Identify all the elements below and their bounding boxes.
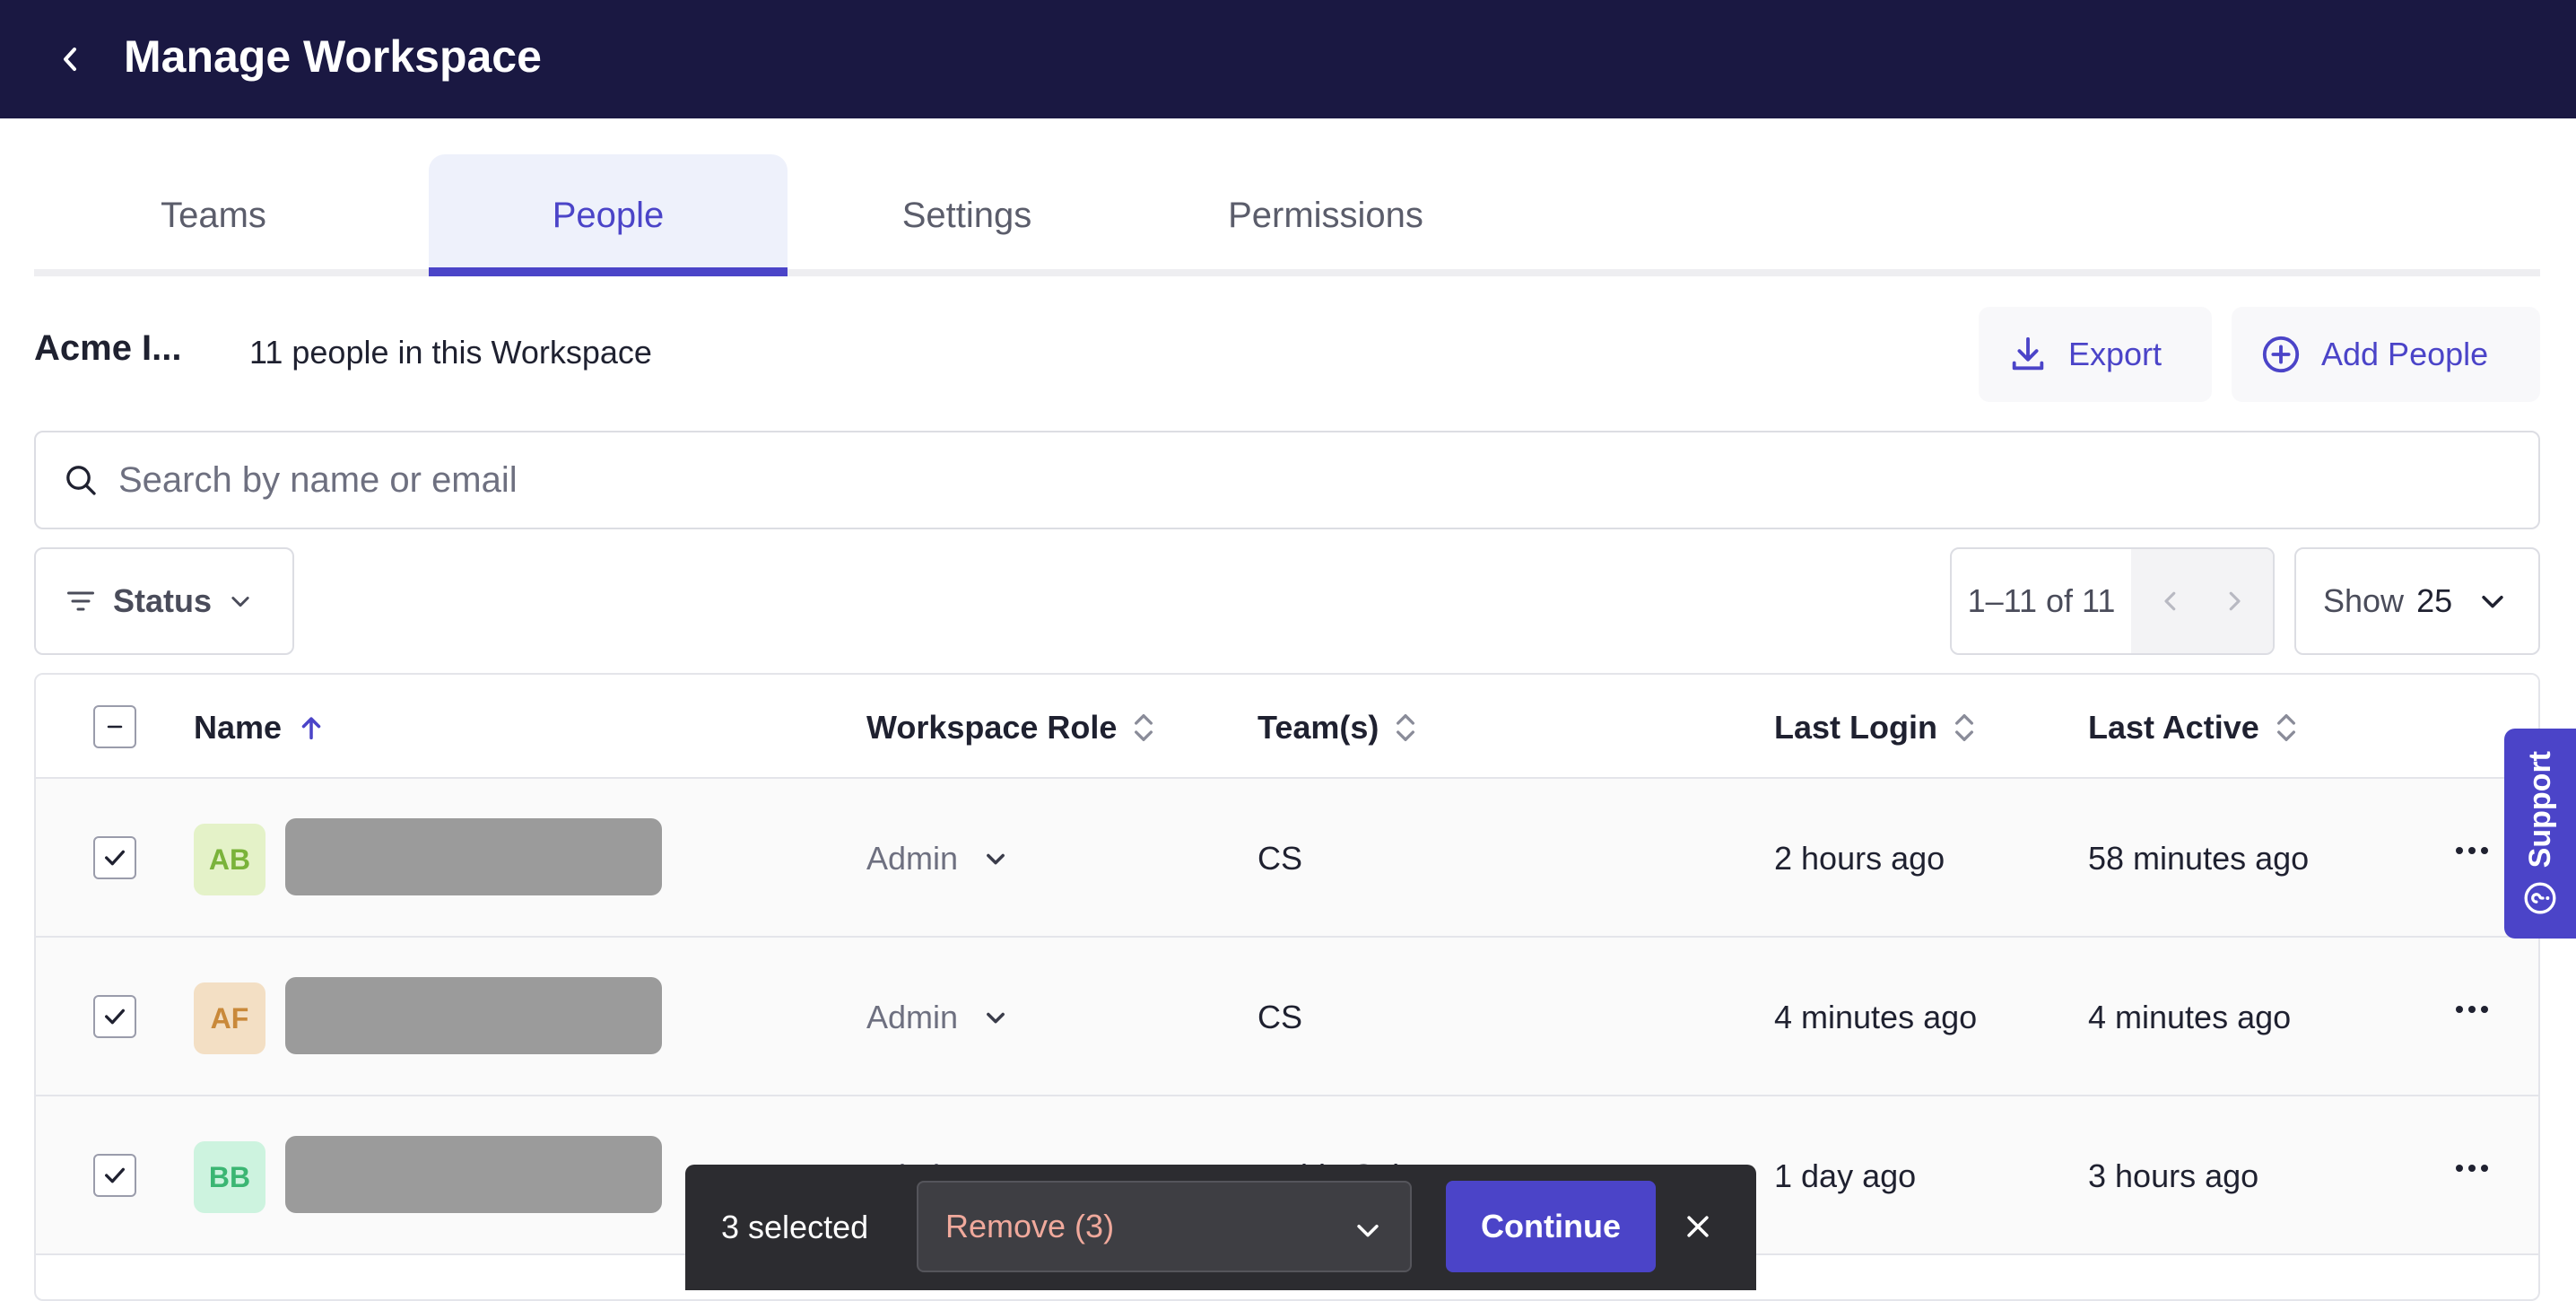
tab-settings[interactable]: Settings xyxy=(788,154,1146,276)
role-value: Admin xyxy=(866,840,959,877)
last-login-cell: 4 minutes ago xyxy=(1774,999,1978,1035)
role-select[interactable]: Admin xyxy=(866,999,1008,1036)
row-more-button[interactable] xyxy=(2445,1004,2499,1015)
chevron-down-icon xyxy=(987,1012,1005,1024)
search-box xyxy=(34,431,2540,529)
sort-icon xyxy=(1397,714,1415,741)
status-filter[interactable]: Status xyxy=(34,547,294,655)
last-active-cell: 3 hours ago xyxy=(2088,1157,2259,1194)
more-horizontal-icon xyxy=(2456,1165,2488,1172)
check-icon xyxy=(105,850,125,866)
sort-ascending-icon xyxy=(301,717,321,740)
avatar: BB xyxy=(194,1141,265,1213)
search-icon xyxy=(66,466,96,495)
status-filter-label: Status xyxy=(113,582,213,619)
table-row[interactable]: AB Admin CS 2 hours ago 58 minutes ago xyxy=(36,779,2538,938)
chevron-left-icon xyxy=(2163,591,2175,611)
back-button[interactable] xyxy=(50,32,90,86)
continue-button[interactable]: Continue xyxy=(1446,1181,1656,1272)
workspace-tabs: Teams People Settings Permissions xyxy=(34,154,2540,278)
plus-circle-icon xyxy=(2262,336,2300,373)
avatar: AB xyxy=(194,824,265,895)
teams-cell: CS xyxy=(1258,999,1303,1035)
last-active-cell: 4 minutes ago xyxy=(2088,999,2292,1035)
role-select[interactable]: Admin xyxy=(866,840,1008,878)
column-last-active-label: Last Active xyxy=(2088,709,2259,746)
chevron-right-icon xyxy=(2229,591,2241,611)
export-label: Export xyxy=(2068,336,2163,372)
column-workspace-role[interactable]: Workspace Role xyxy=(866,709,1156,747)
help-circle-icon xyxy=(2524,882,2556,914)
column-last-login-label: Last Login xyxy=(1774,709,1937,746)
pagination-nav xyxy=(2131,549,2273,653)
row-checkbox[interactable] xyxy=(93,1154,136,1197)
teams-cell: CS xyxy=(1258,840,1303,877)
select-all-checkbox[interactable] xyxy=(93,705,136,748)
row-checkbox[interactable] xyxy=(93,836,136,879)
close-bulk-bar-button[interactable] xyxy=(1675,1204,1720,1249)
minus-icon xyxy=(107,725,123,729)
table-row[interactable]: AF Admin CS 4 minutes ago 4 minutes ago xyxy=(36,938,2538,1096)
search-input[interactable] xyxy=(118,459,2450,501)
download-icon xyxy=(2012,336,2044,371)
column-last-active[interactable]: Last Active xyxy=(2088,709,2299,747)
top-bar: Manage Workspace xyxy=(0,0,2576,118)
workspace-name: Acme I... xyxy=(34,328,182,368)
selected-count: 3 selected xyxy=(721,1209,869,1245)
page-title: Manage Workspace xyxy=(124,31,542,82)
people-count: 11 people in this Workspace xyxy=(249,334,652,371)
table-header: Name Workspace Role Team(s) Last Login L… xyxy=(36,675,2538,779)
chevron-left-icon xyxy=(64,48,76,71)
check-icon xyxy=(105,1167,125,1183)
page-size-select[interactable]: Show 25 xyxy=(2294,547,2540,655)
page-size-label: Show xyxy=(2323,582,2405,619)
sort-icon xyxy=(1135,714,1153,741)
column-last-login[interactable]: Last Login xyxy=(1774,709,1977,747)
previous-page-button[interactable] xyxy=(2157,588,2184,615)
avatar: AF xyxy=(194,982,265,1054)
page-size-value: 25 xyxy=(2416,582,2453,619)
export-button[interactable]: Export xyxy=(1979,307,2212,402)
sort-icon xyxy=(2276,714,2295,741)
chevron-down-icon xyxy=(2482,595,2503,608)
column-teams-label: Team(s) xyxy=(1258,709,1379,746)
row-checkbox[interactable] xyxy=(93,995,136,1038)
add-people-button[interactable]: Add People xyxy=(2232,307,2540,402)
support-tab[interactable]: Support xyxy=(2504,729,2576,939)
pagination: 1–11 of 11 xyxy=(1950,547,2275,655)
last-login-cell: 2 hours ago xyxy=(1774,840,1945,877)
last-active-cell: 58 minutes ago xyxy=(2088,840,2310,877)
next-page-button[interactable] xyxy=(2221,588,2248,615)
role-value: Admin xyxy=(866,999,959,1035)
row-more-button[interactable] xyxy=(2445,1163,2499,1174)
check-icon xyxy=(105,1008,125,1025)
column-name[interactable]: Name xyxy=(194,709,326,747)
bulk-action-select[interactable]: Remove (3) xyxy=(917,1181,1412,1272)
pagination-range: 1–11 of 11 xyxy=(1967,582,2116,619)
chevron-down-icon xyxy=(1357,1224,1379,1237)
chevron-down-icon xyxy=(987,853,1005,865)
redacted-name xyxy=(285,818,662,895)
tab-permissions[interactable]: Permissions xyxy=(1146,154,1505,276)
row-more-button[interactable] xyxy=(2445,845,2499,856)
add-people-label: Add People xyxy=(2321,336,2489,372)
filter-icon xyxy=(67,591,94,611)
tab-people[interactable]: People xyxy=(429,154,788,276)
more-horizontal-icon xyxy=(2456,847,2488,854)
bulk-action-bar: 3 selected Remove (3) Continue xyxy=(685,1165,1756,1290)
support-label: Support xyxy=(2522,750,2557,869)
bulk-action-value: Remove (3) xyxy=(945,1208,1115,1244)
redacted-name xyxy=(285,1136,662,1213)
tab-teams[interactable]: Teams xyxy=(34,154,393,276)
chevron-down-icon xyxy=(231,597,249,607)
column-name-label: Name xyxy=(194,709,283,746)
redacted-name xyxy=(285,977,662,1054)
more-horizontal-icon xyxy=(2456,1006,2488,1013)
column-role-label: Workspace Role xyxy=(866,709,1118,746)
column-teams[interactable]: Team(s) xyxy=(1258,709,1418,747)
close-icon xyxy=(1687,1216,1709,1237)
sort-icon xyxy=(1955,714,1973,741)
last-login-cell: 1 day ago xyxy=(1774,1157,1917,1194)
